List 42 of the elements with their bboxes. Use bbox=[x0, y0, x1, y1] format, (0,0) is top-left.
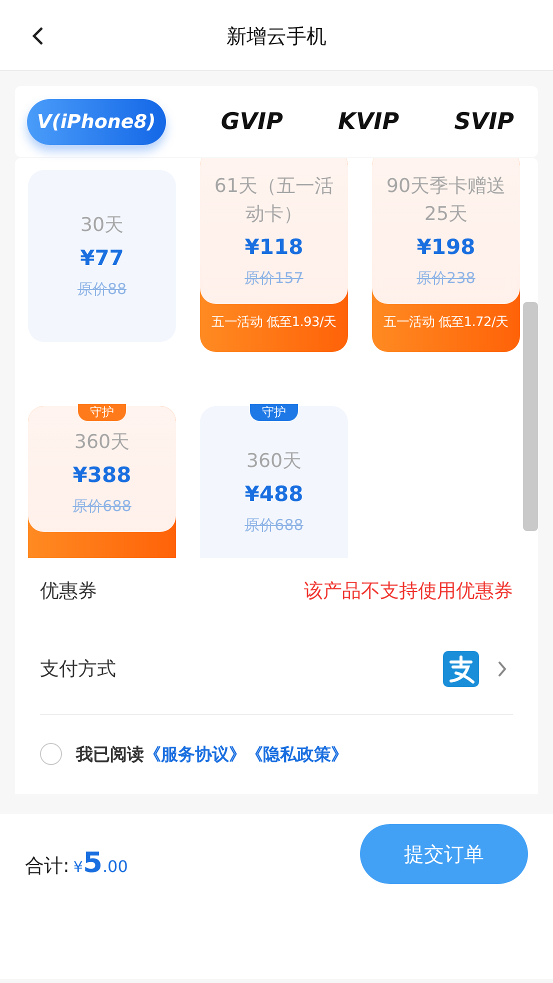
promo-label: 五一活动 低至1.93/天 bbox=[210, 314, 338, 332]
package-card[interactable]: 61天（五一活动卡） ¥118 原价157 五一活动 低至1.93/天 bbox=[200, 158, 348, 352]
coupon-notice: 该产品不支持使用优惠券 bbox=[304, 579, 513, 604]
agreement-link[interactable]: 《隐私政策》 bbox=[246, 742, 348, 766]
duration-label: 360天 bbox=[245, 449, 303, 474]
package-card[interactable]: 守护 360天 ¥488 原价688 bbox=[200, 406, 348, 558]
duration-label: 360天 bbox=[73, 430, 131, 455]
duration-label: 30天 bbox=[79, 213, 125, 238]
agreement-link[interactable]: 《服务协议》 bbox=[144, 742, 246, 766]
package-card[interactable]: 守护 360天 ¥388 原价688 bbox=[28, 406, 176, 558]
price-label: ¥77 bbox=[79, 245, 125, 272]
original-price: 原价688 bbox=[244, 515, 304, 536]
price-label: ¥118 bbox=[244, 234, 304, 261]
price-label: ¥488 bbox=[244, 481, 304, 508]
original-price: 原价238 bbox=[416, 268, 476, 289]
payment-label: 支付方式 bbox=[40, 657, 116, 682]
package-card[interactable]: 30天 ¥77 原价88 bbox=[28, 170, 176, 342]
tag-badge: 守护 bbox=[78, 404, 126, 421]
original-price: 原价688 bbox=[72, 496, 132, 517]
package-card[interactable]: 90天季卡赠送25天 ¥198 原价238 五一活动 低至1.72/天 bbox=[372, 158, 520, 352]
tag-badge: 守护 bbox=[250, 404, 298, 421]
tab[interactable]: KVIP bbox=[338, 98, 400, 144]
total-label: 合计: bbox=[25, 854, 70, 879]
price-label: ¥388 bbox=[72, 462, 132, 489]
duration-label: 90天季卡赠送25天 bbox=[385, 174, 507, 227]
tab[interactable]: GVIP bbox=[220, 98, 283, 144]
page-title: 新增云手机 bbox=[226, 24, 326, 48]
original-price: 原价88 bbox=[76, 279, 128, 300]
tab[interactable]: V(iPhone8) bbox=[27, 98, 166, 144]
agree-radio[interactable] bbox=[40, 743, 62, 765]
total-amount: ¥5.00 bbox=[73, 846, 128, 879]
coupon-label: 优惠券 bbox=[40, 579, 97, 604]
tab[interactable]: SVIP bbox=[454, 98, 514, 144]
original-price: 原价157 bbox=[244, 268, 304, 289]
back-icon[interactable] bbox=[32, 26, 44, 46]
promo-label: 五一活动 低至1.72/天 bbox=[382, 314, 510, 332]
submit-button[interactable]: 提交订单 bbox=[360, 824, 528, 884]
price-label: ¥198 bbox=[416, 234, 476, 261]
chevron-right-icon[interactable] bbox=[497, 660, 507, 678]
duration-label: 61天（五一活动卡） bbox=[213, 174, 335, 227]
agreement-text: 我已阅读 bbox=[76, 744, 144, 766]
alipay-icon[interactable] bbox=[443, 651, 479, 687]
